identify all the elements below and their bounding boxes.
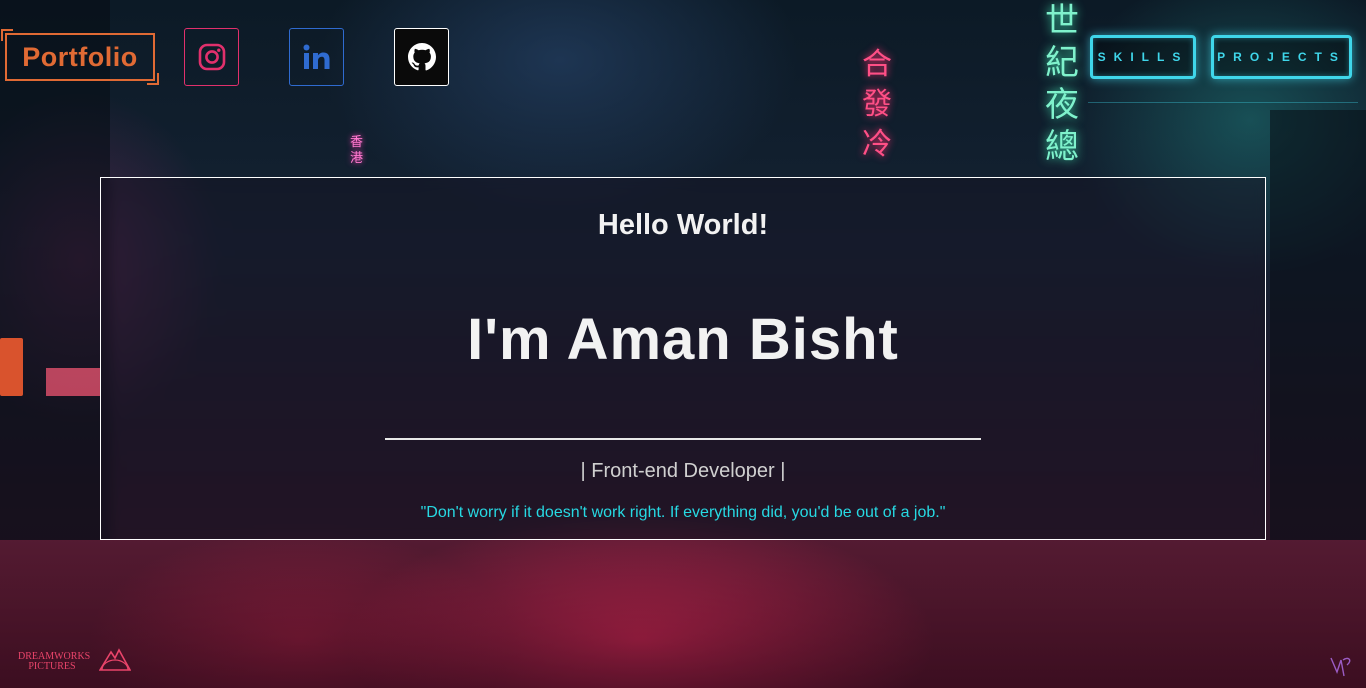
- skills-nav-button[interactable]: SKILLS: [1090, 35, 1196, 79]
- background-neon-sign-small: 香港: [350, 135, 364, 166]
- hero-card: Hello World! I'm Aman Bisht | Front-end …: [100, 177, 1266, 540]
- background-building-left: [0, 0, 110, 540]
- instagram-icon: [198, 43, 225, 71]
- github-icon: [407, 43, 436, 71]
- linkedin-icon: [303, 44, 329, 69]
- portfolio-logo-link[interactable]: Portfolio: [1, 29, 159, 85]
- hero-quote: "Don't worry if it doesn't work right. I…: [420, 504, 946, 521]
- background-street: [0, 540, 1366, 688]
- dreamworks-logo: DREAMWORKS PICTURES: [18, 651, 91, 672]
- background-sign-orange: [0, 338, 23, 396]
- background-neon-sign-pink: 合發冷: [862, 47, 892, 162]
- hero-divider: [385, 438, 981, 440]
- linkedin-link[interactable]: [289, 28, 344, 86]
- hero-role: | Front-end Developer |: [580, 460, 786, 482]
- background-building-right: [1270, 110, 1366, 540]
- signature-mark-icon: [1330, 657, 1351, 677]
- projects-nav-button[interactable]: PROJECTS: [1211, 35, 1352, 79]
- github-link[interactable]: [394, 28, 449, 86]
- paramount-logo-icon: [99, 648, 131, 671]
- hero-name: I'm Aman Bisht: [467, 307, 899, 372]
- background-sign-red: [46, 368, 100, 396]
- background-neon-sign-green: 世紀夜總: [1045, 1, 1079, 167]
- hero-greeting: Hello World!: [597, 209, 769, 241]
- nav-divider: [1088, 102, 1358, 103]
- instagram-link[interactable]: [184, 28, 239, 86]
